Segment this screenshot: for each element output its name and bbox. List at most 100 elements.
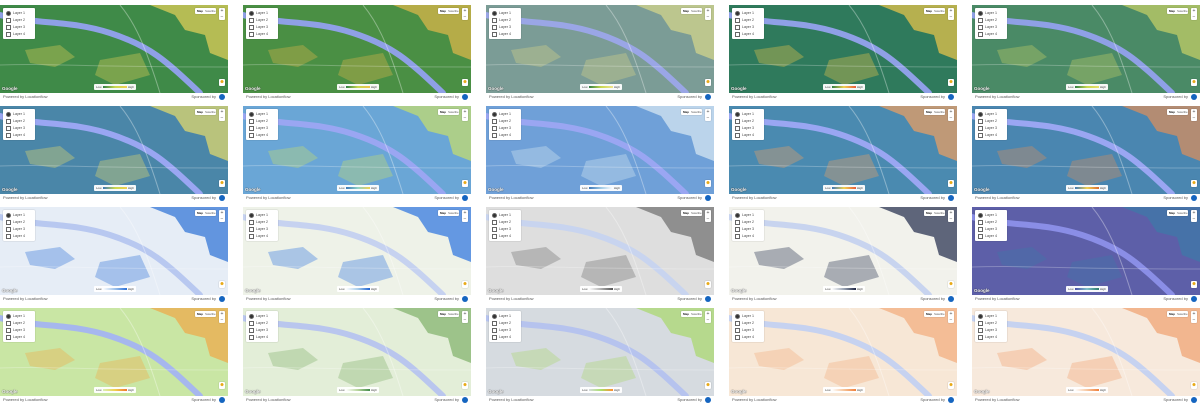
layer-item[interactable]: Layer 3 [735,125,754,131]
map-canvas[interactable]: Layer 1 Layer 2 Layer 3 Layer 4 Map Sate… [729,308,957,396]
layer-checkbox[interactable] [492,233,497,239]
sponsor-logo-icon[interactable] [219,397,225,403]
map-button[interactable]: Map [926,109,932,115]
layer-item[interactable]: Layer 1 [6,212,25,218]
layer-radio[interactable] [6,111,11,117]
map-canvas[interactable]: Layer 1 Layer 2 Layer 3 Layer 4 Map Sate… [729,106,957,194]
map-canvas[interactable]: Layer 1 Layer 2 Layer 3 Layer 4 Map Sate… [243,308,471,396]
layer-item[interactable]: Layer 1 [6,313,25,319]
layer-radio[interactable] [249,212,254,218]
zoom-out-button[interactable]: − [705,317,711,323]
layer-item[interactable]: Layer 1 [978,212,997,218]
zoom-out-button[interactable]: − [219,317,225,323]
map-type-toggle[interactable]: Map Satellite [924,311,945,317]
layer-checkbox[interactable] [978,226,983,232]
layer-item[interactable]: Layer 4 [6,31,25,37]
map-type-toggle[interactable]: Map Satellite [195,210,216,216]
satellite-button[interactable]: Satellite [448,8,459,14]
layer-checkbox[interactable] [6,31,11,37]
map-type-toggle[interactable]: Map Satellite [1167,210,1188,216]
map-type-toggle[interactable]: Map Satellite [681,210,702,216]
layer-checkbox[interactable] [978,327,983,333]
layer-item[interactable]: Layer 2 [978,320,997,326]
map-button[interactable]: Map [926,311,932,317]
layer-item[interactable]: Layer 1 [249,10,268,16]
zoom-out-button[interactable]: − [219,115,225,121]
map-type-toggle[interactable]: Map Satellite [681,109,702,115]
satellite-button[interactable]: Satellite [1177,8,1188,14]
layer-item[interactable]: Layer 2 [6,320,25,326]
layer-item[interactable]: Layer 1 [6,111,25,117]
satellite-button[interactable]: Satellite [691,109,702,115]
layer-checkbox[interactable] [492,334,497,340]
pegman-icon[interactable]: ☻ [462,180,468,187]
map-canvas[interactable]: Layer 1 Layer 2 Layer 3 Layer 4 Map Sate… [972,207,1200,295]
layer-item[interactable]: Layer 3 [6,226,25,232]
layer-item[interactable]: Layer 3 [492,24,511,30]
layer-checkbox[interactable] [735,118,740,124]
layer-item[interactable]: Layer 2 [735,17,754,23]
layer-radio[interactable] [735,10,740,16]
sponsor-logo-icon[interactable] [219,94,225,100]
zoom-control[interactable]: + − [1191,311,1197,323]
layer-checkbox[interactable] [735,31,740,37]
layer-checkbox[interactable] [978,31,983,37]
zoom-out-button[interactable]: − [948,216,954,222]
layer-item[interactable]: Layer 2 [492,320,511,326]
layer-checkbox[interactable] [492,17,497,23]
satellite-button[interactable]: Satellite [1177,210,1188,216]
layer-item[interactable]: Layer 2 [249,320,268,326]
map-type-toggle[interactable]: Map Satellite [1167,109,1188,115]
layer-checkbox[interactable] [6,17,11,23]
layer-checkbox[interactable] [249,132,254,138]
zoom-out-button[interactable]: − [1191,216,1197,222]
layer-checkbox[interactable] [978,132,983,138]
map-canvas[interactable]: Layer 1 Layer 2 Layer 3 Layer 4 Map Sate… [486,308,714,396]
map-type-toggle[interactable]: Map Satellite [681,311,702,317]
map-button[interactable]: Map [440,311,446,317]
map-type-toggle[interactable]: Map Satellite [195,311,216,317]
layer-item[interactable]: Layer 4 [978,334,997,340]
pegman-icon[interactable]: ☻ [219,180,225,187]
layer-checkbox[interactable] [735,24,740,30]
layer-item[interactable]: Layer 1 [735,10,754,16]
layer-item[interactable]: Layer 4 [6,132,25,138]
map-button[interactable]: Map [1169,8,1175,14]
zoom-out-button[interactable]: − [948,115,954,121]
sponsor-logo-icon[interactable] [705,296,711,302]
zoom-control[interactable]: + − [948,8,954,20]
satellite-button[interactable]: Satellite [691,210,702,216]
layer-item[interactable]: Layer 3 [249,327,268,333]
layer-item[interactable]: Layer 4 [249,132,268,138]
map-type-toggle[interactable]: Map Satellite [1167,8,1188,14]
layer-item[interactable]: Layer 2 [735,219,754,225]
layer-item[interactable]: Layer 3 [492,226,511,232]
zoom-control[interactable]: + − [462,8,468,20]
map-canvas[interactable]: Layer 1 Layer 2 Layer 3 Layer 4 Map Sate… [0,308,228,396]
layer-item[interactable]: Layer 1 [492,212,511,218]
satellite-button[interactable]: Satellite [691,311,702,317]
layer-checkbox[interactable] [735,17,740,23]
layer-checkbox[interactable] [978,233,983,239]
pegman-icon[interactable]: ☻ [1191,281,1197,288]
layer-item[interactable]: Layer 4 [492,31,511,37]
layer-radio[interactable] [978,10,983,16]
layer-checkbox[interactable] [978,320,983,326]
satellite-button[interactable]: Satellite [1177,109,1188,115]
sponsor-logo-icon[interactable] [219,296,225,302]
layer-checkbox[interactable] [735,334,740,340]
map-canvas[interactable]: Layer 1 Layer 2 Layer 3 Layer 4 Map Sate… [972,106,1200,194]
satellite-button[interactable]: Satellite [1177,311,1188,317]
satellite-button[interactable]: Satellite [448,109,459,115]
map-canvas[interactable]: Layer 1 Layer 2 Layer 3 Layer 4 Map Sate… [486,106,714,194]
layer-item[interactable]: Layer 2 [735,320,754,326]
pegman-icon[interactable]: ☻ [948,281,954,288]
layer-item[interactable]: Layer 2 [249,219,268,225]
zoom-out-button[interactable]: − [1191,14,1197,20]
map-type-toggle[interactable]: Map Satellite [681,8,702,14]
layer-item[interactable]: Layer 2 [978,17,997,23]
satellite-button[interactable]: Satellite [205,210,216,216]
zoom-out-button[interactable]: − [705,216,711,222]
map-button[interactable]: Map [440,210,446,216]
map-button[interactable]: Map [926,8,932,14]
